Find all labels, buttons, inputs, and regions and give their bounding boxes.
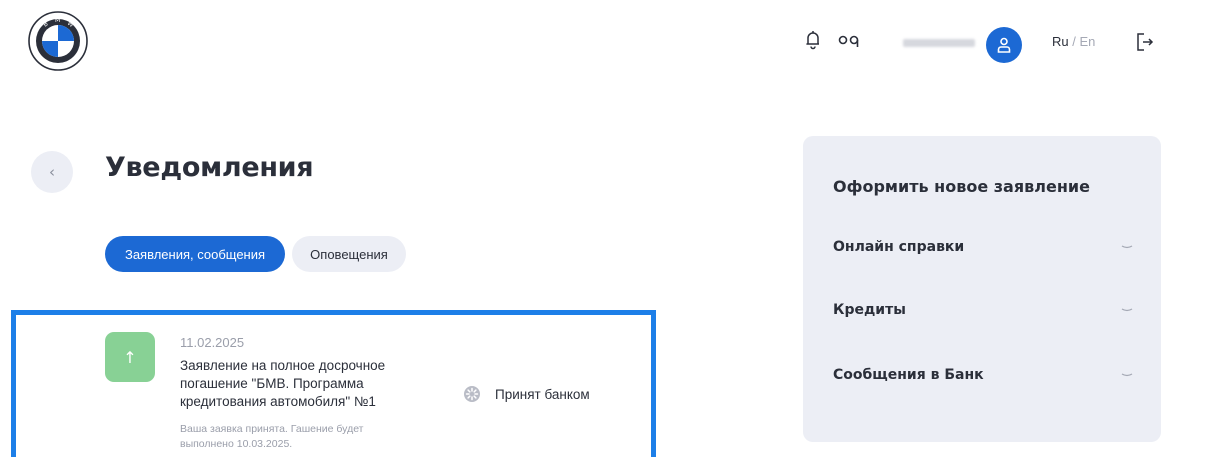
user-icon (997, 37, 1011, 53)
chevron-down-icon (1121, 245, 1133, 249)
lang-ru[interactable]: Ru (1052, 34, 1069, 49)
chevron-down-icon (1121, 373, 1133, 377)
bmw-logo-icon[interactable]: B M W (28, 11, 88, 71)
bell-icon[interactable] (805, 30, 821, 50)
language-switcher: Ru / En (1052, 34, 1095, 49)
svg-text:M: M (55, 17, 60, 24)
new-application-panel: Оформить новое заявление Онлайн справки … (803, 136, 1161, 442)
notification-date: 11.02.2025 (180, 335, 245, 350)
panel-title: Оформить новое заявление (833, 177, 1090, 196)
arrow-up-icon: ↑ (105, 332, 155, 382)
username-blurred (903, 39, 975, 47)
notification-note: Ваша заявка принята. Гашение будет выпол… (180, 423, 364, 450)
status-spinner-icon (464, 386, 480, 402)
chevron-down-icon (1121, 308, 1133, 312)
tab-alerts[interactable]: Оповещения (292, 236, 406, 272)
chevron-left-icon: ‹ (49, 163, 55, 181)
panel-item-credits[interactable]: Кредиты (833, 298, 1133, 322)
lang-separator: / (1068, 34, 1080, 49)
page-title: Уведомления (105, 152, 314, 183)
back-button[interactable]: ‹ (31, 151, 73, 193)
logout-icon[interactable] (1136, 32, 1154, 52)
glasses-icon[interactable] (838, 34, 860, 48)
panel-item-online-certificates[interactable]: Онлайн справки (833, 235, 1133, 259)
notification-status-label: Принят банком (495, 386, 590, 402)
lang-en[interactable]: En (1079, 34, 1095, 49)
tab-applications-messages[interactable]: Заявления, сообщения (105, 236, 285, 272)
panel-item-label: Кредиты (833, 302, 906, 318)
notification-title: Заявление на полное досрочное погашение … (180, 358, 386, 409)
top-bar: B M W Ru / En (0, 0, 1219, 88)
notification-status: Принят банком (463, 385, 590, 403)
notification-card[interactable]: ↑ 11.02.2025 Заявление на полное досрочн… (11, 310, 656, 457)
panel-item-messages-to-bank[interactable]: Сообщения в Банк (833, 363, 1133, 387)
user-avatar[interactable] (986, 27, 1022, 63)
panel-item-label: Онлайн справки (833, 239, 965, 255)
panel-item-label: Сообщения в Банк (833, 367, 984, 383)
